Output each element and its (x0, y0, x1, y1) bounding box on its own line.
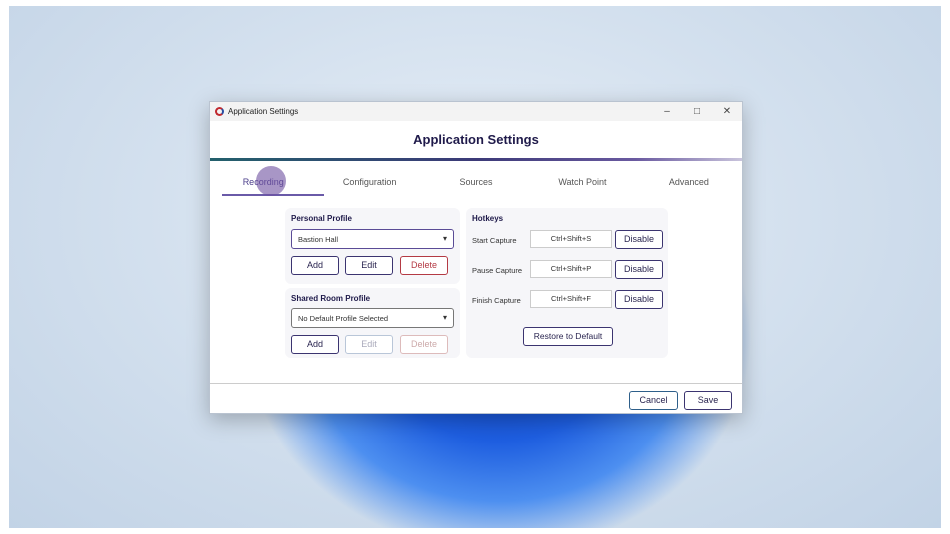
tab-configuration[interactable]: Configuration (316, 161, 422, 197)
start-capture-input[interactable]: Ctrl+Shift+S (530, 230, 612, 248)
page-title: Application Settings (413, 132, 539, 147)
cancel-button[interactable]: Cancel (629, 391, 678, 410)
finish-capture-disable-button[interactable]: Disable (615, 290, 663, 309)
shared-profile-select[interactable]: No Default Profile Selected (291, 308, 454, 328)
personal-profile-title: Personal Profile (291, 214, 352, 223)
mouse-cursor-highlight (256, 166, 286, 196)
shared-delete-button: Delete (400, 335, 448, 354)
maximize-button[interactable]: □ (682, 106, 712, 117)
personal-edit-button[interactable]: Edit (345, 256, 393, 275)
start-capture-disable-button[interactable]: Disable (615, 230, 663, 249)
hotkeys-title: Hotkeys (472, 214, 504, 223)
tab-advanced[interactable]: Advanced (636, 161, 742, 197)
save-button[interactable]: Save (684, 391, 732, 410)
personal-profile-select[interactable]: Bastion Hall (291, 229, 454, 249)
start-capture-label: Start Capture (472, 236, 517, 245)
minimize-button[interactable]: – (652, 106, 682, 117)
window-title: Application Settings (228, 107, 299, 116)
tab-sources[interactable]: Sources (423, 161, 529, 197)
pause-capture-label: Pause Capture (472, 266, 523, 275)
settings-window: Application Settings – □ ✕ Application S… (209, 101, 743, 414)
app-logo-icon (215, 107, 224, 116)
personal-add-button[interactable]: Add (291, 256, 339, 275)
title-bar: Application Settings – □ ✕ (210, 102, 742, 121)
tab-watch-point[interactable]: Watch Point (529, 161, 635, 197)
shared-profile-panel: Shared Room Profile No Default Profile S… (285, 288, 460, 358)
shared-profile-title: Shared Room Profile (291, 294, 371, 303)
close-button[interactable]: ✕ (712, 106, 742, 117)
pause-capture-disable-button[interactable]: Disable (615, 260, 663, 279)
footer-divider (210, 383, 742, 384)
finish-capture-input[interactable]: Ctrl+Shift+F (530, 290, 612, 308)
hotkeys-panel: Hotkeys Start Capture Ctrl+Shift+S Disab… (466, 208, 668, 358)
personal-delete-button[interactable]: Delete (400, 256, 448, 275)
restore-default-button[interactable]: Restore to Default (523, 327, 613, 346)
finish-capture-label: Finish Capture (472, 296, 521, 305)
tab-bar: Recording Configuration Sources Watch Po… (210, 161, 742, 197)
shared-edit-button: Edit (345, 335, 393, 354)
personal-profile-panel: Personal Profile Bastion Hall Add Edit D… (285, 208, 460, 284)
shared-add-button[interactable]: Add (291, 335, 339, 354)
pause-capture-input[interactable]: Ctrl+Shift+P (530, 260, 612, 278)
